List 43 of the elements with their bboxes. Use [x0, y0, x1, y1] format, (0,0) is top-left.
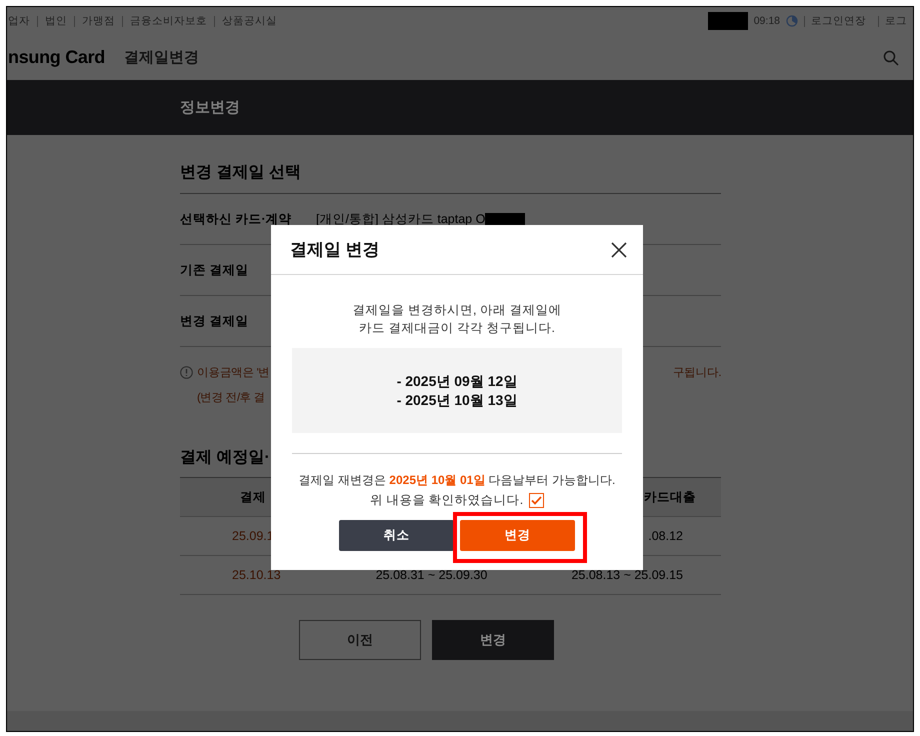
- table-cell: 25.08.13 ~ 25.09.15: [571, 568, 683, 582]
- confirm-button[interactable]: 변경: [460, 520, 575, 551]
- dialog-title: 결제일 변경: [290, 239, 380, 261]
- search-icon[interactable]: [883, 50, 899, 66]
- field-label: 변경 결제일: [180, 312, 250, 330]
- confirm-checkbox[interactable]: [529, 493, 544, 508]
- column-header: 카드대출: [644, 490, 696, 504]
- redaction-block: [708, 12, 748, 30]
- table-cell: 25.08.31 ~ 25.09.30: [376, 568, 488, 582]
- field-label: 선택하신 카드·계약: [180, 210, 293, 228]
- field-label: 기존 결제일: [180, 262, 250, 278]
- top-link[interactable]: 로그인연장: [804, 16, 872, 26]
- top-link[interactable]: 금융소비자보호: [122, 16, 214, 26]
- billing-date: - 2025년 10월 13일: [396, 390, 518, 410]
- card-name: [개인/통합] 삼성카드 taptap O: [316, 210, 486, 228]
- column-header: 결제: [240, 490, 266, 504]
- section-title: 변경 결제일 선택: [180, 135, 721, 194]
- dialog-message: 결제일을 변경하시면, 아래 결제일에: [352, 303, 562, 317]
- confirm-label: 위 내용을 확인하였습니다.: [370, 492, 524, 509]
- top-link[interactable]: 법인: [37, 16, 74, 26]
- top-link[interactable]: 로그: [878, 16, 913, 26]
- table-cell: .08.12: [648, 529, 683, 543]
- notice-text: 이용금액은 '변: [197, 366, 270, 380]
- top-link[interactable]: 상품공시실: [214, 16, 284, 26]
- top-link[interactable]: 가맹점: [74, 16, 122, 26]
- info-icon: [180, 366, 193, 379]
- table-cell: 25.09.1: [232, 529, 274, 543]
- section-heading: 정보변경: [180, 98, 240, 117]
- top-link[interactable]: 업자: [8, 16, 37, 26]
- redaction-block: [485, 212, 526, 226]
- change-button[interactable]: 변경: [432, 620, 554, 660]
- brand-logo[interactable]: nsung Card: [8, 47, 106, 68]
- close-icon[interactable]: [611, 242, 627, 258]
- session-time: 09:18: [754, 15, 780, 27]
- billing-date: - 2025년 09월 12일: [396, 372, 518, 390]
- cancel-button[interactable]: 취소: [339, 520, 454, 551]
- clock-icon: [786, 15, 798, 27]
- notice-text: 구됩니다.: [672, 366, 721, 380]
- previous-button[interactable]: 이전: [299, 620, 421, 660]
- page-title: 결제일변경: [124, 48, 200, 67]
- table-cell: 25.10.13: [232, 568, 281, 582]
- dialog-message: 카드 결제대금이 각각 청구됩니다.: [359, 321, 555, 335]
- notice-text: (변경 전/후 결: [197, 391, 266, 405]
